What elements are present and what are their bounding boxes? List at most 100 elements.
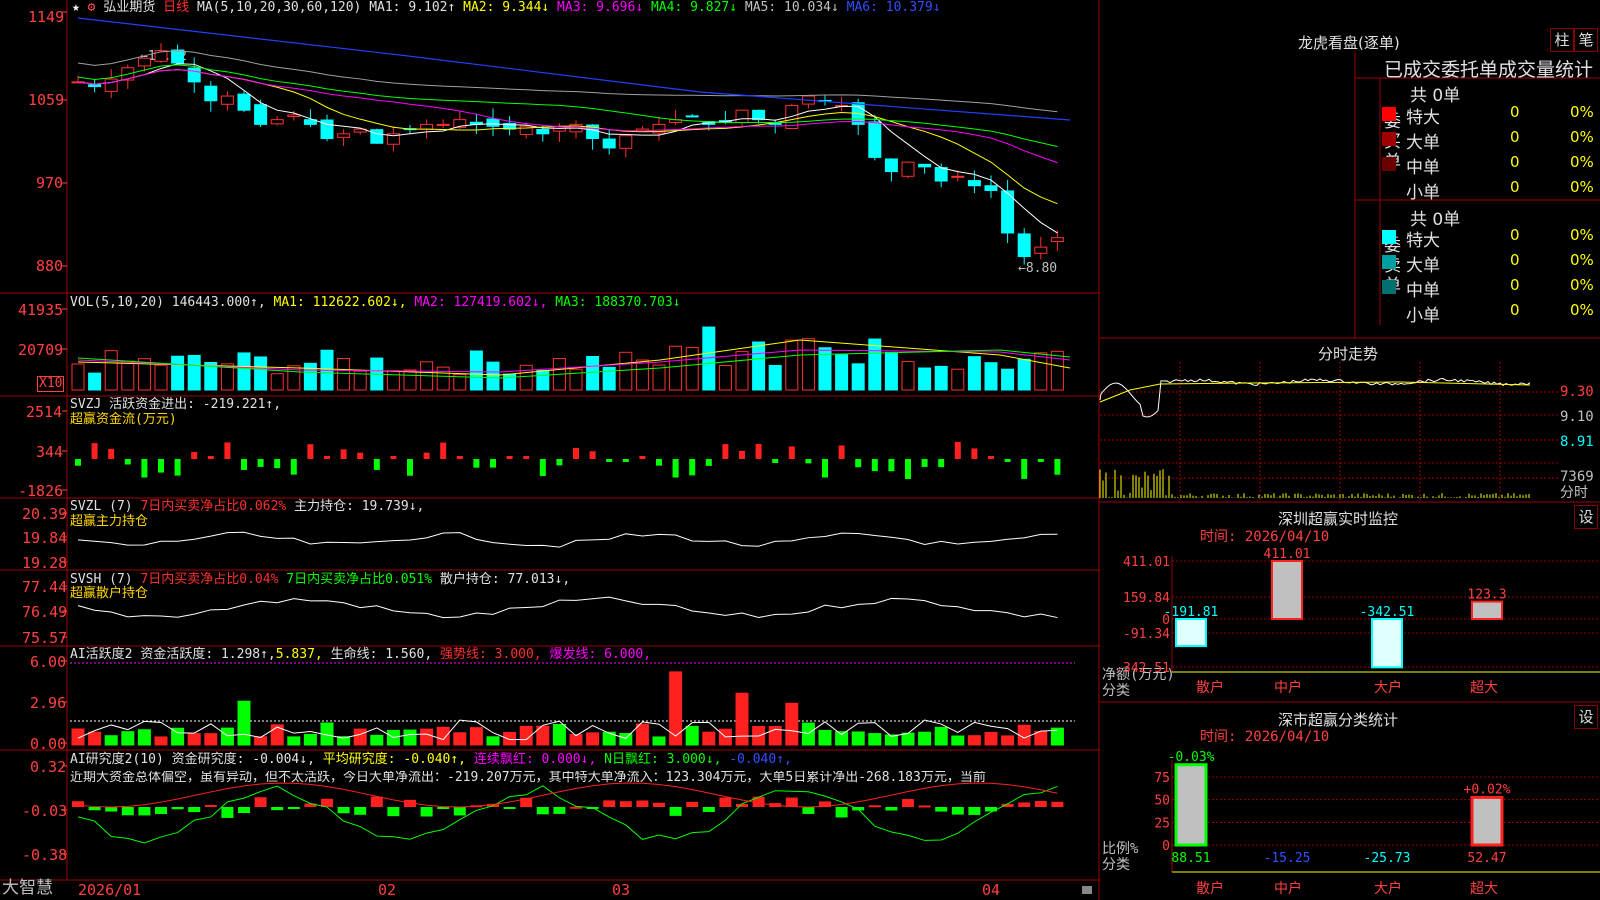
activity-bar: [586, 732, 600, 746]
air-tick: -0.03: [22, 802, 68, 820]
svsh-sub: 超赢散户持仓: [70, 586, 149, 601]
flow-bar: [888, 459, 895, 472]
activity-bar: [104, 735, 118, 746]
vol-value: 146443.000↑,: [171, 295, 266, 310]
class-category: 大户: [1374, 880, 1402, 897]
candle-body: [270, 119, 284, 125]
ai2-label4: 强势线: 3.000,: [440, 647, 542, 662]
svzl-tick: 19.84: [22, 529, 68, 547]
date-label: 02: [378, 881, 397, 899]
flow-bar: [672, 459, 679, 478]
air-tick: 0.32: [30, 758, 67, 776]
activity-bar: [503, 731, 517, 746]
class-top-label: +0.02%: [1464, 782, 1511, 797]
volume-bar: [851, 363, 865, 391]
date-label: 03: [612, 881, 631, 899]
svzj-label: 活跃资金进出: -219.221↑,: [109, 397, 282, 412]
svsh-header: SVSH (7) 7日内买卖净占比0.04% 7日内买卖净占比0.051% 散户…: [70, 573, 570, 587]
ma-line: [77, 69, 1058, 205]
activity-bar: [685, 725, 699, 746]
class-category: 散户: [1196, 880, 1224, 897]
svzl-label2: 主力持仓: 19.739↓,: [294, 499, 425, 514]
research-bar: [918, 805, 931, 808]
research-bar: [287, 807, 300, 810]
retail-position-line: [77, 596, 1058, 619]
volume-bar: [569, 368, 583, 391]
svzj-tick: 2514: [26, 403, 63, 421]
date-label: 04: [982, 881, 1001, 899]
vol-title: VOL(5,10,20): [70, 295, 164, 310]
flow-bar: [91, 443, 98, 459]
research-bar: [686, 801, 699, 807]
main-chart-area[interactable]: ★ ⚙ 弘业期货 日线 MA(5,10,20,30,60,120) MA1: 9…: [0, 0, 1100, 900]
activity-bar: [901, 732, 915, 746]
research-bar: [370, 796, 383, 807]
activity-bar: [121, 731, 135, 746]
svzj-tick: -1826: [18, 482, 64, 500]
flow-bar: [871, 459, 878, 472]
volume-bar: [171, 355, 185, 391]
monitor-tick: -91.34: [1123, 627, 1170, 642]
volume-bar: [337, 358, 351, 391]
research-bar: [619, 801, 632, 807]
candle-body: [1034, 246, 1048, 254]
vol-unit: X10: [37, 376, 65, 392]
air-label5: -0.040↑,: [729, 752, 792, 767]
ai2-title: AI活跃度2: [70, 647, 133, 662]
volume-bar: [785, 339, 799, 391]
activity-bar: [818, 729, 832, 746]
class-bottom-label: 52.47: [1467, 851, 1506, 866]
research-bar: [437, 807, 450, 809]
volume-bar: [503, 373, 517, 391]
research-bar: [935, 807, 948, 812]
activity-bar: [486, 736, 500, 746]
flow-bar: [722, 444, 729, 459]
flow-bar: [75, 459, 81, 466]
activity-bar: [967, 735, 981, 746]
class-bottom-label: -25.73: [1364, 851, 1411, 866]
class-tick: 75: [1154, 771, 1170, 786]
candle-body: [685, 115, 699, 118]
candle-body: [619, 135, 633, 149]
flow-bar: [307, 444, 314, 459]
research-bar: [968, 807, 981, 815]
date-label: 2026/01: [78, 881, 142, 899]
research-bar: [354, 807, 367, 815]
volume-bar: [835, 354, 849, 391]
volume-bar: [1034, 352, 1048, 391]
flow-bar: [606, 459, 613, 462]
flow-bar: [573, 447, 579, 459]
flow-bar: [639, 456, 646, 459]
flow-bar: [805, 459, 812, 464]
candle-body: [1017, 233, 1031, 258]
flow-bar: [290, 459, 297, 475]
activity-bar: [88, 731, 102, 746]
volume-bar: [519, 364, 533, 391]
research-bar: [951, 807, 964, 815]
class-bar: [1174, 763, 1208, 847]
research-bar: [653, 802, 665, 807]
flow-bar: [539, 459, 546, 477]
activity-bar: [287, 736, 301, 746]
research-bar: [985, 807, 997, 812]
svzl-tick: 19.28: [22, 554, 68, 572]
flow-bar: [988, 456, 994, 459]
lock-icon[interactable]: [1082, 886, 1092, 894]
volume-bar: [237, 352, 251, 391]
flow-bar: [1037, 459, 1044, 462]
candle-body: [967, 180, 981, 187]
flow-bar: [589, 451, 596, 459]
volume-bar: [1017, 358, 1031, 391]
volume-bar: [984, 362, 998, 391]
class-category: 超大: [1470, 881, 1498, 897]
svsh-label1: 7日内买卖净占比0.04%: [140, 572, 279, 587]
activity-bar: [851, 731, 865, 746]
ai2-tick: 0.00: [30, 735, 67, 753]
monitor-bar: [1175, 618, 1207, 648]
svsh-tick: 76.49: [22, 603, 68, 621]
volume-bar: [88, 372, 102, 391]
volume-bar: [403, 369, 417, 391]
activity-bar: [652, 736, 666, 746]
research-bar: [221, 807, 234, 818]
research-bar: [719, 797, 732, 807]
